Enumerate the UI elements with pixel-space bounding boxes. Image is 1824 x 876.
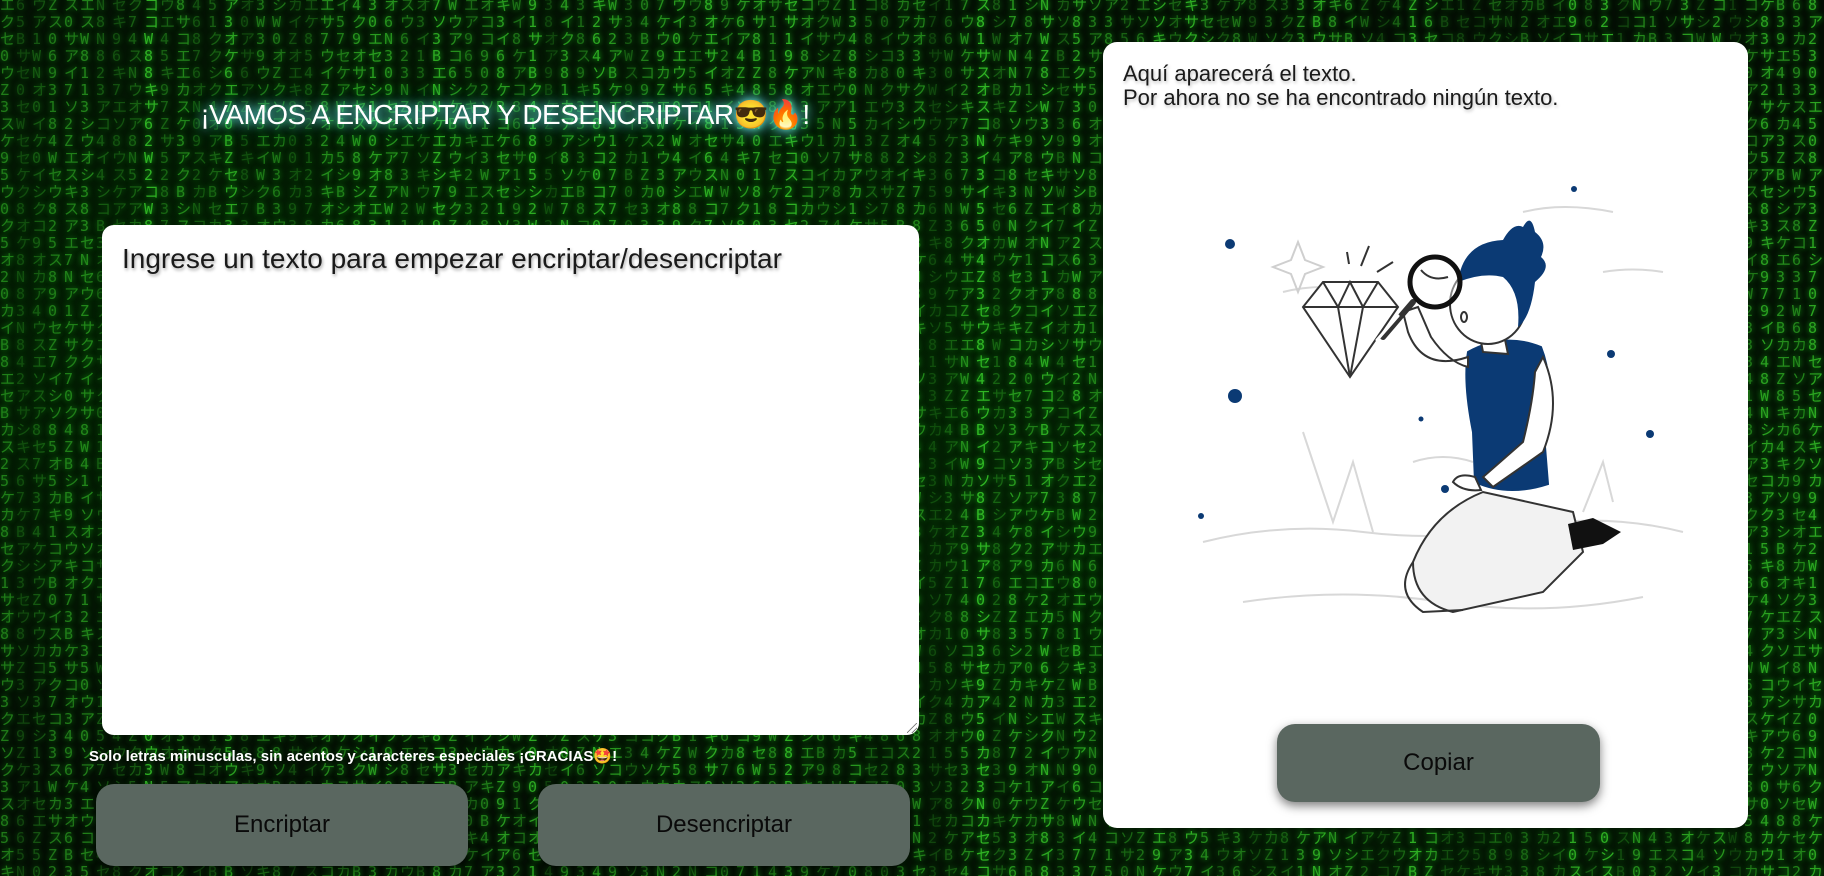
matrix-column: ス 6 5 B サ セ 0 セ W セ セ ケ ク 8 オ ケ 8 N 8 3 … — [16, 0, 32, 876]
matrix-column: コ 7 ウ W ケ サ 2 キ 7 3 3 7 サ W 6 ク サ エ ア Z … — [960, 0, 976, 876]
page-title: ¡VAMOS A ENCRIPTAR Y DESENCRIPTAR😎🔥! — [200, 99, 810, 130]
matrix-column: シ N サ W Z 8 シ W 3 ソ ウ キ ソ エ イ N コ 1 ア イ … — [1040, 0, 1056, 876]
matrix-column: B Z ス 0 6 9 3 1 8 4 W セ ウ 8 2 5 ス 8 9 0 … — [48, 0, 64, 876]
input-hint: Solo letras minusculas, sin acentos y ca… — [89, 748, 618, 765]
encrypt-button[interactable]: Encriptar — [96, 784, 468, 866]
matrix-column: 0 8 シ W W オ B キ 8 ケ 4 コ キ セ 0 カ ウ 8 2 8 … — [992, 0, 1008, 876]
resize-grip-icon[interactable] — [907, 723, 917, 733]
matrix-column: ア イ 7 8 サ 3 W セ ウ 5 8 3 5 6 Z キ 6 シ 9 カ … — [928, 0, 944, 876]
copy-button[interactable]: Copiar — [1277, 724, 1600, 802]
matrix-column: 3 シ 8 7 4 7 1 シ ウ 9 8 セ N Z ク オ 1 3 オ コ … — [1024, 0, 1040, 876]
person-inspecting-diamond-illustration — [1198, 186, 1684, 614]
matrix-column: 5 1 7 オ N N カ Z ソ キ ア 8 3 6 N W ケ セ ク ク … — [1008, 0, 1024, 876]
decrypt-button[interactable]: Desencriptar — [538, 784, 910, 866]
matrix-column: 9 ケ 8 3 サ オ 2 サ 6 ア 5 ア セ 8 3 キ 8 9 7 9 … — [1760, 0, 1776, 876]
matrix-column: 2 エ ス W 8 1 1 3 シ ウ オ シ 3 8 3 セ N セ ウ Z … — [80, 0, 96, 876]
matrix-column: 8 8 ア 2 3 0 3 エ 5 0 8 ア 5 3 Z 1 シ 7 0 7 … — [1808, 0, 1824, 876]
matrix-column: 3 B 3 9 エ 4 1 ケ カ 3 Z B シ シ ス ケ エ 3 7 2 … — [1776, 0, 1792, 876]
output-message-line2: Por ahora no se ha encontrado ningún tex… — [1123, 85, 1559, 110]
matrix-column: 8 1 6 6 W 0 イ シ ア ケ 2 6 9 N 3 8 4 ウ ケ コ … — [944, 0, 960, 876]
output-panel: Aquí aparecerá el texto. Por ahora no se… — [1103, 42, 1748, 828]
matrix-column: ケ カ ソ ス B エ セ 7 3 9 B サ W イ 7 ア ス カ 8 ソ … — [1056, 0, 1072, 876]
matrix-column: コ サ 8 5 2 ク サ 3 6 9 N ソ シ 8 イ 2 6 W 8 エ … — [1072, 0, 1088, 876]
matrix-column: 9 ソ 3 ア サ 5 5 0 オ オ コ 8 B カ Z ス 3 ア 8 Z … — [1088, 0, 1104, 876]
text-input[interactable] — [102, 225, 919, 735]
matrix-column: 3 ス 8 1 サ ス オ ス コ N イ 3 イ 5 5 オ 4 Z 3 セ … — [976, 0, 992, 876]
matrix-column: 8 6 3 カ 5 9 3 ス 4 ス ス W ウ ア 8 コ 6 3 1 W … — [1792, 0, 1808, 876]
matrix-column: 2 エ ク セ 0 ウ Z 3 ス ケ 9 5 ウ 0 ク 5 オ 2 0 カ … — [0, 0, 16, 876]
output-message-line1: Aquí aparecerá el texto. — [1123, 61, 1357, 86]
matrix-column: イ ウ ア 1 W N オ 0 イ ケ 0 イ シ ク コ 9 オ カ ア 4 … — [32, 0, 48, 876]
output-message: Aquí aparecerá el texto. Por ahora no se… — [1123, 62, 1558, 110]
matrix-column: ク ス 0 サ ア イ 7 ソ 2 Z エ ス キ ス ア エ 7 N ア 1 … — [64, 0, 80, 876]
